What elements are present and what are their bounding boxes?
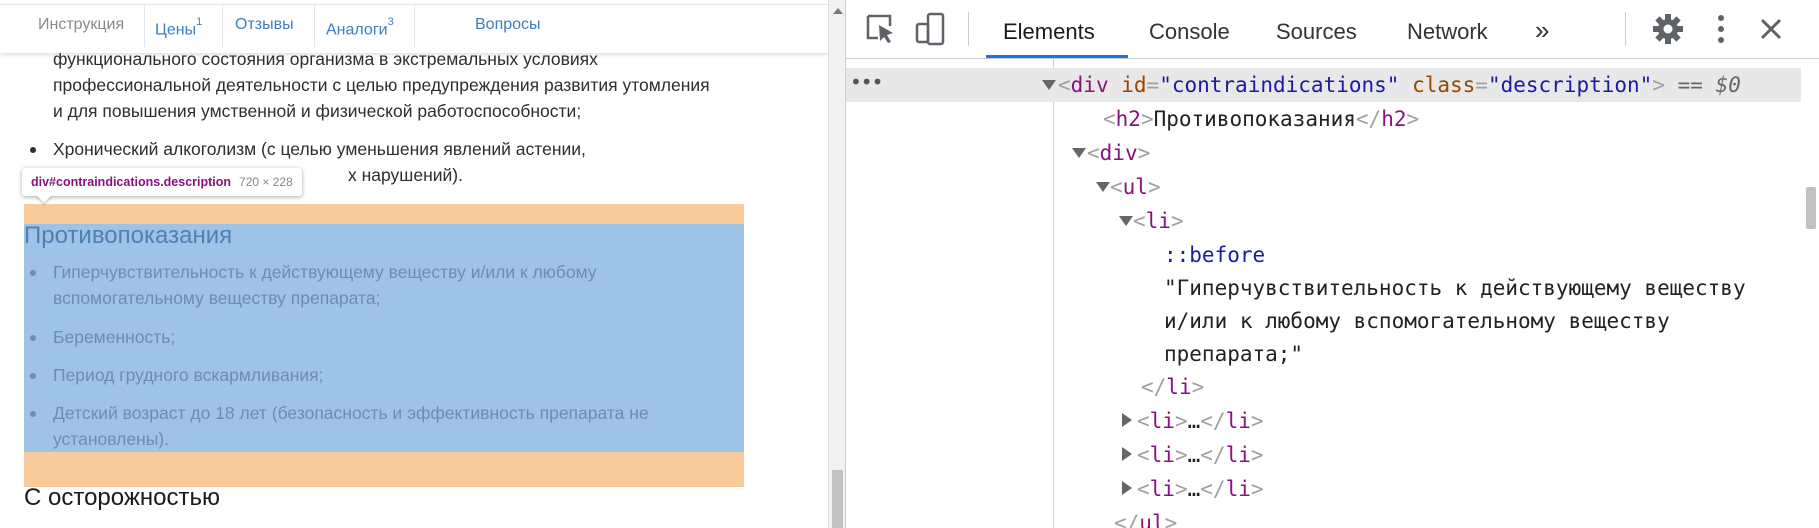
page-scrollbar[interactable] [828,0,845,528]
dom-text-node-line[interactable]: и/или к любому вспомогательному веществу [1164,304,1670,338]
dom-node-ul-close[interactable]: </ul> [1114,506,1177,528]
tab-count: 1 [196,16,203,28]
tab-instruction[interactable]: Инструкция [18,5,146,47]
devtools-scroll-thumb[interactable] [1806,187,1816,229]
more-options-icon[interactable] [1711,12,1731,46]
more-tabs-icon[interactable]: » [1535,0,1549,59]
page-scroll-thumb[interactable] [832,470,843,528]
text-line: х нарушений). [348,165,463,185]
dom-text-node-line[interactable]: препарата;" [1164,337,1303,371]
dom-node-li-collapsed[interactable]: <li>…</li> [1137,438,1264,472]
device-toolbar-icon[interactable] [914,12,948,46]
page-tab-bar: Инструкция Цены1 Отзывы Аналоги3 Вопросы [0,4,828,53]
dom-node-div[interactable]: <div id="contraindications" class="descr… [1058,68,1741,102]
webpage-viewport: Инструкция Цены1 Отзывы Аналоги3 Вопросы… [0,0,828,528]
tooltip-selector: div#contraindications.description [31,175,232,189]
dom-text-node-line[interactable]: "Гиперчувствительность к действующему ве… [1164,271,1746,305]
expand-triangle-icon[interactable] [1072,148,1086,158]
dom-node-h2[interactable]: <h2>Противопоказания</h2> [1103,102,1419,136]
scroll-up-arrow-icon[interactable] [833,8,843,14]
tab-sources[interactable]: Sources [1276,0,1357,59]
tab-console[interactable]: Console [1149,0,1230,59]
list-bullet [30,411,36,417]
section-heading-contraindications: Противопоказания [24,222,233,249]
toolbar-divider [968,12,969,46]
dom-pseudo-before[interactable]: ::before [1164,238,1265,272]
tab-label: Аналоги [326,21,388,39]
active-tab-indicator [986,55,1128,58]
devtools-panel: Elements Console Sources Network » ••• <… [845,0,1819,528]
dom-node-ul[interactable]: <ul> [1110,170,1161,204]
node-actions-icon[interactable]: ••• [850,70,883,94]
tab-prices[interactable]: Цены1 [135,5,224,47]
list-bullet [30,335,36,341]
section-heading-caution: С осторожностью [24,484,220,511]
list-item: Детский возраст до 18 лет (безопасность … [53,403,649,423]
tooltip-size: 720 × 228 [239,175,293,189]
tab-label: Инструкция [38,16,125,33]
inspect-tooltip: div#contraindications.description 720 × 2… [22,168,302,196]
dom-node-li-collapsed[interactable]: <li>…</li> [1137,404,1264,438]
tab-label: Отзывы [235,16,294,33]
tab-label: Цены [155,21,197,39]
inspect-element-icon[interactable] [864,12,898,46]
collapse-triangle-icon[interactable] [1122,481,1132,495]
dom-node-li-close[interactable]: </li> [1141,370,1204,404]
expand-triangle-icon[interactable] [1096,182,1110,192]
tab-label: Вопросы [475,16,541,33]
expand-triangle-icon[interactable] [1042,80,1056,90]
list-bullet [30,270,36,276]
text-line: профессиональной деятельности с целью пр… [53,75,710,95]
expand-triangle-icon[interactable] [1119,216,1133,226]
collapse-triangle-icon[interactable] [1122,447,1132,461]
dom-tree-gutter [846,59,1054,528]
dom-node-li[interactable]: <li> [1133,204,1184,238]
close-icon[interactable] [1756,12,1786,46]
settings-gear-icon[interactable] [1651,12,1685,46]
text-line: Хронический алкоголизм (с целью уменьшен… [53,139,586,159]
list-item: Период грудного вскармливания; [53,365,324,385]
devtools-scrollbar[interactable] [1801,59,1819,528]
tab-questions[interactable]: Вопросы [455,5,561,47]
text-line: и для повышения умственной и физической … [53,101,582,121]
tab-analogs[interactable]: Аналоги3 [306,5,415,47]
list-item: вспомогательному веществу препарата; [53,288,381,308]
list-bullet [30,373,36,379]
list-bullet [30,147,36,153]
dom-node-inner-div[interactable]: <div> [1087,136,1150,170]
tab-count: 3 [387,16,394,28]
toolbar-divider [1625,12,1626,46]
tab-elements[interactable]: Elements [1003,0,1095,59]
list-item: Беременность; [53,327,176,347]
collapse-triangle-icon[interactable] [1122,413,1132,427]
dom-node-li-collapsed[interactable]: <li>…</li> [1137,472,1264,506]
list-item: установлены). [53,429,170,449]
list-item: Гиперчувствительность к действующему вещ… [53,262,597,282]
tooltip-arrow [36,195,52,203]
tab-network[interactable]: Network [1407,0,1488,59]
tab-reviews[interactable]: Отзывы [215,5,315,47]
devtools-toolbar: Elements Console Sources Network » [846,0,1819,59]
